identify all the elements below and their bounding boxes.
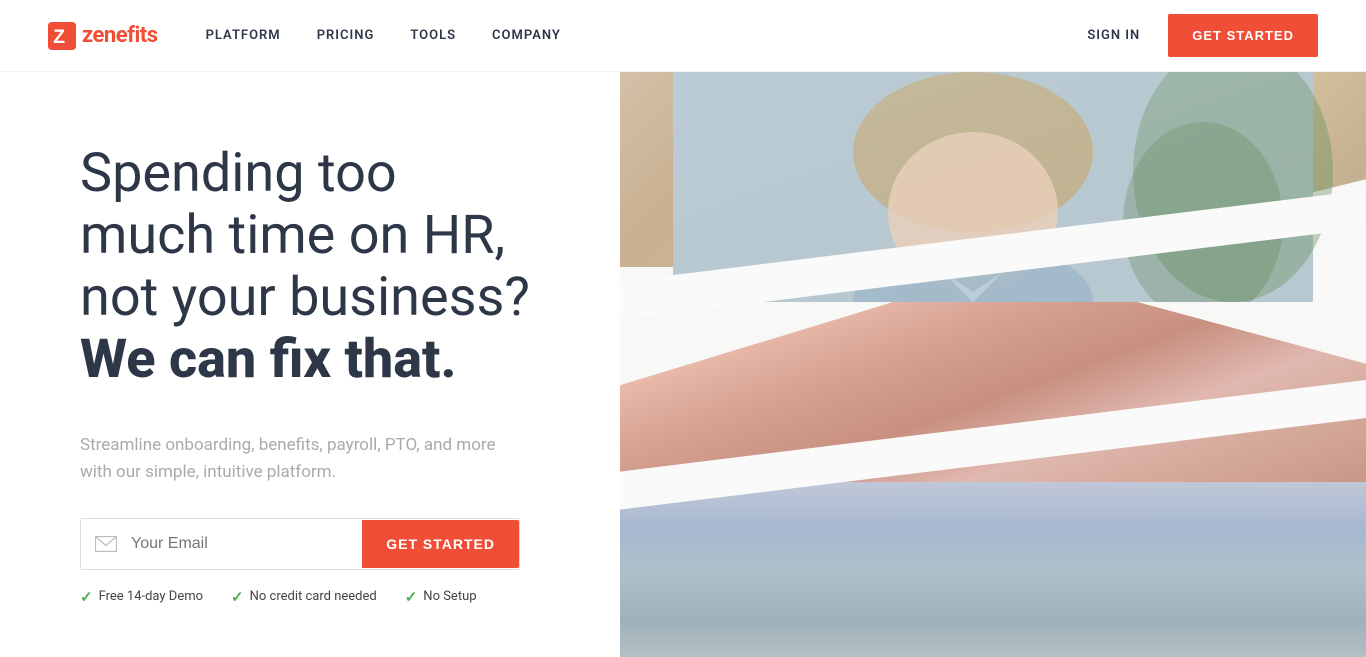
badge-setup-label: No Setup bbox=[423, 589, 476, 604]
badge-setup: ✓ No Setup bbox=[405, 588, 477, 606]
hero-left: Spending too much time on HR, not your b… bbox=[0, 72, 620, 657]
svg-text:Z: Z bbox=[53, 27, 65, 48]
nav-right: SIGN IN GET STARTED bbox=[1087, 14, 1318, 57]
get-started-nav-button[interactable]: GET STARTED bbox=[1168, 14, 1318, 57]
trust-badges: ✓ Free 14-day Demo ✓ No credit card need… bbox=[80, 588, 572, 606]
email-icon-wrap bbox=[81, 536, 131, 552]
logo[interactable]: Z zenefits bbox=[48, 22, 158, 50]
navbar: Z zenefits PLATFORM PRICING TOOLS COMPAN… bbox=[0, 0, 1366, 72]
logo-text: zenefits bbox=[82, 23, 158, 48]
photo-panel-bot bbox=[620, 482, 1366, 657]
headline-line3: not your business? bbox=[80, 266, 530, 329]
nav-item-pricing[interactable]: PRICING bbox=[317, 28, 375, 43]
email-input[interactable] bbox=[131, 519, 362, 569]
check-icon-demo: ✓ bbox=[80, 588, 93, 606]
check-icon-credit: ✓ bbox=[231, 588, 244, 606]
badge-credit: ✓ No credit card needed bbox=[231, 588, 377, 606]
get-started-hero-button[interactable]: GET STARTED bbox=[362, 520, 519, 568]
email-form: GET STARTED bbox=[80, 518, 520, 570]
hero-headline: Spending too much time on HR, not your b… bbox=[80, 143, 572, 391]
hero-subtext: Streamline onboarding, benefits, payroll… bbox=[80, 432, 500, 486]
headline-line2: much time on HR, bbox=[80, 204, 505, 267]
headline-line1: Spending too bbox=[80, 142, 397, 205]
badge-demo-label: Free 14-day Demo bbox=[99, 589, 203, 604]
hero-section: Spending too much time on HR, not your b… bbox=[0, 72, 1366, 657]
nav-item-tools[interactable]: TOOLS bbox=[410, 28, 456, 43]
check-icon-setup: ✓ bbox=[405, 588, 418, 606]
nav-links: PLATFORM PRICING TOOLS COMPANY bbox=[206, 28, 1088, 43]
badge-credit-label: No credit card needed bbox=[250, 589, 377, 604]
hero-image-collage bbox=[620, 72, 1366, 657]
envelope-icon bbox=[95, 536, 117, 552]
headline-bold: We can fix that. bbox=[80, 328, 457, 391]
logo-icon: Z bbox=[48, 22, 76, 50]
nav-item-company[interactable]: COMPANY bbox=[492, 28, 561, 43]
nav-item-platform[interactable]: PLATFORM bbox=[206, 28, 281, 43]
sign-in-link[interactable]: SIGN IN bbox=[1087, 28, 1140, 43]
badge-demo: ✓ Free 14-day Demo bbox=[80, 588, 203, 606]
